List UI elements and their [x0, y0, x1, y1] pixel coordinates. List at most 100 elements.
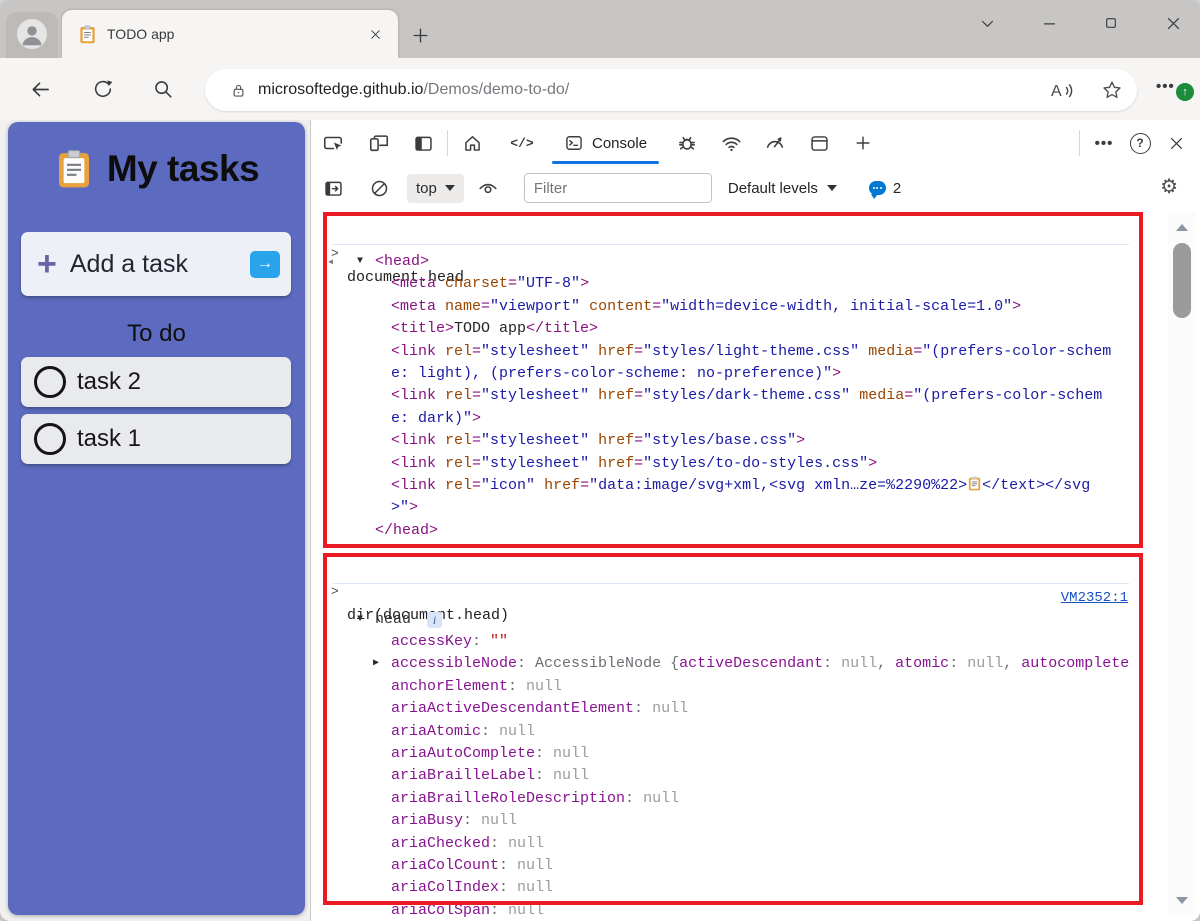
application-tab-button[interactable] [801, 127, 837, 159]
elements-tab-button[interactable]: </> [504, 127, 540, 159]
home-icon [464, 135, 480, 151]
devtools-panel: </> Console ••• ? top Filter Default lev… [310, 120, 1200, 921]
close-window-button[interactable] [1154, 6, 1192, 40]
submit-task-button[interactable]: → [250, 250, 280, 278]
object-property-row: ariaChecked: null [391, 834, 545, 852]
caret-down-icon [826, 185, 837, 191]
minimize-button[interactable] [1030, 6, 1068, 40]
scroll-down-arrow[interactable] [1176, 897, 1188, 904]
html-line: >"> [391, 499, 419, 517]
browser-tab[interactable]: TODO app [62, 10, 398, 58]
source-link[interactable]: VM2352:1 [1061, 590, 1128, 606]
html-line: <link rel="icon" href="data:image/svg+xm… [391, 476, 1091, 494]
search-button[interactable] [147, 74, 179, 104]
device-emulation-button[interactable] [361, 127, 397, 159]
new-tab-button[interactable] [406, 22, 434, 48]
clear-console-button[interactable] [361, 172, 397, 204]
help-icon: ? [1129, 132, 1151, 154]
console-tab[interactable]: Console [546, 120, 665, 166]
profile-button[interactable] [6, 12, 58, 58]
console-result-block: ◂ ▼ <head> <meta charset="UTF-8"> <meta name… [311, 251, 1139, 546]
object-property-row: ariaBrailleLabel: null [391, 767, 590, 785]
html-line: <meta name="viewport" content="width=dev… [391, 297, 1022, 315]
devtools-tab-bar: </> Console ••• ? [311, 120, 1200, 166]
object-property-row: ariaActiveDescendantElement: null [391, 700, 689, 718]
ellipsis-icon: ••• [1156, 78, 1175, 95]
settings-gear-icon[interactable]: ⚙ [1160, 174, 1178, 199]
close-devtools-button[interactable] [1158, 127, 1194, 159]
console-command-row: > dir(document.head) [311, 556, 1131, 624]
object-property-row: ariaColIndex: null [391, 879, 554, 897]
context-selector-dropdown[interactable]: top [407, 173, 464, 203]
console-toolbar: top Default levels 2 [311, 166, 1200, 211]
scroll-up-arrow[interactable] [1176, 224, 1188, 231]
url-bar[interactable]: microsoftedge.github.io/Demos/demo-to-do… [205, 69, 1137, 111]
ellipsis-icon: ••• [1094, 134, 1114, 152]
console-tab-label: Console [592, 134, 648, 152]
task-item[interactable]: task 2 [21, 357, 291, 407]
read-aloud-button[interactable]: A [1048, 78, 1075, 102]
filter-input[interactable] [523, 173, 712, 203]
inspect-element-button[interactable] [315, 127, 351, 159]
gauge-icon [766, 137, 784, 148]
expander-icon[interactable]: ▶ [373, 653, 379, 675]
task-label: task 2 [77, 368, 142, 395]
url-text: microsoftedge.github.io/Demos/demo-to-do… [258, 81, 569, 99]
favorites-button[interactable] [1101, 79, 1123, 101]
arrow-right-icon: → [257, 255, 273, 272]
browser-window: TODO app microsoftedge.github.io/Demos/d… [0, 0, 1200, 921]
dock-panel-button[interactable] [405, 127, 441, 159]
app-title: My tasks [106, 148, 260, 189]
help-button[interactable]: ? [1122, 127, 1158, 159]
navigation-bar: microsoftedge.github.io/Demos/demo-to-do… [0, 58, 1200, 121]
read-aloud-icon: A [1051, 83, 1073, 100]
issues-count: 2 [892, 179, 902, 197]
performance-tab-button[interactable] [757, 127, 793, 159]
object-property-row: ariaColCount: null [391, 856, 554, 874]
reload-icon [94, 80, 113, 98]
devtools-menu-button[interactable]: ••• [1086, 127, 1122, 159]
network-conditions-button[interactable] [713, 127, 749, 159]
todo-app-panel: My tasks + Add a task → To do task 2 tas… [8, 122, 305, 915]
caret-down-icon [444, 185, 455, 191]
close-icon [1167, 17, 1179, 29]
expander-icon[interactable]: ▼ [357, 251, 363, 273]
person-icon [22, 26, 42, 46]
log-levels-dropdown[interactable]: Default levels [728, 180, 837, 197]
clipboard-icon [967, 476, 982, 491]
update-badge-icon: ↑ [1176, 83, 1194, 101]
object-property-row: ariaBusy: null [391, 812, 518, 830]
tab-actions-button[interactable] [968, 6, 1006, 40]
window-controls [968, 6, 1192, 40]
html-line: <link rel="stylesheet" href="styles/ligh… [391, 342, 1112, 360]
more-menu-button[interactable]: ••• ↑ [1156, 78, 1194, 104]
tab-close-button[interactable] [362, 21, 388, 47]
scrollbar-thumb[interactable] [1173, 243, 1191, 318]
html-line: <link rel="stylesheet" href="styles/dark… [391, 387, 1103, 405]
more-tabs-button[interactable] [845, 127, 881, 159]
app-layout-icon [810, 135, 828, 151]
plus-icon [856, 136, 870, 150]
object-property-row: ariaAtomic: null [391, 722, 536, 740]
html-line: <link rel="stylesheet" href="styles/to-d… [391, 454, 878, 472]
output-marker-icon: ◂ [327, 255, 335, 269]
task-item[interactable]: task 1 [21, 414, 291, 464]
expander-icon[interactable]: ▼ [357, 609, 363, 631]
maximize-button[interactable] [1092, 6, 1130, 40]
object-property-row: ariaAutoComplete: null [391, 744, 590, 762]
live-expression-button[interactable] [470, 172, 506, 204]
welcome-tab-button[interactable] [454, 127, 490, 159]
object-property-row: anchorElement: null [391, 677, 563, 695]
task-checkbox[interactable] [34, 423, 66, 455]
console-sidebar-toggle[interactable] [315, 172, 351, 204]
issues-counter[interactable]: 2 [868, 179, 902, 199]
close-icon [1170, 137, 1182, 149]
task-checkbox[interactable] [34, 366, 66, 398]
add-task-input[interactable]: + Add a task → [21, 232, 291, 296]
minimize-icon [1043, 22, 1055, 24]
back-button[interactable] [24, 74, 56, 104]
issues-tab-button[interactable] [669, 127, 705, 159]
chevron-down-icon [981, 20, 993, 27]
object-properties: accessKey: "" ▶ accessibleNode: Accessible… [311, 631, 1139, 921]
reload-button[interactable] [87, 74, 119, 104]
